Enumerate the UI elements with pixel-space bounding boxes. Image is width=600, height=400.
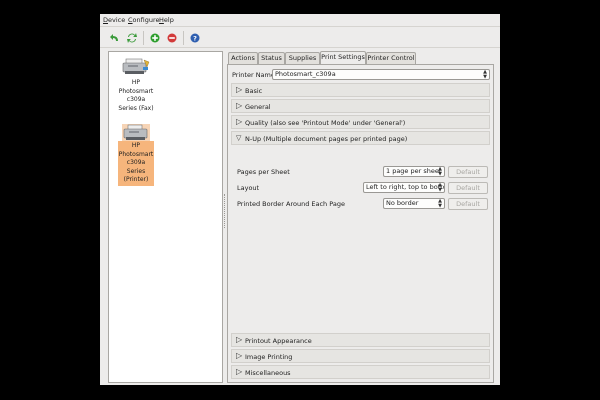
printer-label: HP Photosmart c309a Series (Fax) xyxy=(118,79,154,112)
layout-value: Left to right, top to bottom xyxy=(366,183,445,191)
section-label: General xyxy=(245,103,271,111)
printer-label: HP Photosmart c309a Series (Printer) xyxy=(118,141,154,186)
tab-actions[interactable]: Actions xyxy=(228,52,258,64)
pane-resize-handle[interactable] xyxy=(224,194,226,228)
tab-print-settings[interactable]: Print Settings xyxy=(320,51,366,65)
section-general[interactable]: ▷ General xyxy=(231,99,490,113)
section-printout-appearance[interactable]: ▷ Printout Appearance xyxy=(231,333,490,347)
help-icon[interactable]: ? xyxy=(189,32,201,44)
expand-triangle-icon: ▷ xyxy=(236,351,243,360)
pages-per-sheet-value: 1 page per sheet xyxy=(386,167,442,175)
print-settings-panel: Printer Name: Photosmart_c309a ▲ ▼ ▷ Basi… xyxy=(227,64,494,383)
section-image-printing[interactable]: ▷ Image Printing xyxy=(231,349,490,363)
tab-printer-control[interactable]: Printer Control xyxy=(366,52,416,64)
updown-arrow-icon: ▲ ▼ xyxy=(483,69,487,80)
section-label: Image Printing xyxy=(245,353,293,361)
toolbar-separator xyxy=(143,31,144,45)
printed-border-select[interactable]: No border ▲ ▼ xyxy=(383,198,445,209)
fax-printer-icon xyxy=(122,58,150,76)
updown-arrow-icon: ▲ ▼ xyxy=(438,166,442,177)
section-label: N-Up (Multiple document pages per printe… xyxy=(245,135,408,143)
expand-triangle-icon: ▷ xyxy=(236,117,243,126)
section-label: Printout Appearance xyxy=(245,337,312,345)
expand-triangle-icon: ▷ xyxy=(236,101,243,110)
layout-select[interactable]: Left to right, top to bottom ▲ ▼ xyxy=(363,182,445,193)
pages-per-sheet-default-button[interactable]: Default xyxy=(448,166,488,178)
section-n-up[interactable]: ▽ N-Up (Multiple document pages per prin… xyxy=(231,131,490,145)
section-label: Miscellaneous xyxy=(245,369,291,377)
tab-status[interactable]: Status xyxy=(258,52,285,64)
pages-per-sheet-label: Pages per Sheet xyxy=(237,168,290,176)
section-quality[interactable]: ▷ Quality (also see 'Printout Mode' unde… xyxy=(231,115,490,129)
section-miscellaneous[interactable]: ▷ Miscellaneous xyxy=(231,365,490,379)
printed-border-label: Printed Border Around Each Page xyxy=(237,200,345,208)
layout-label: Layout xyxy=(237,184,260,192)
section-label: Basic xyxy=(245,87,263,95)
updown-arrow-icon: ▲ ▼ xyxy=(438,182,442,193)
updown-arrow-icon: ▲ ▼ xyxy=(438,198,442,209)
printer-name-label: Printer Name: xyxy=(232,71,278,79)
printer-manager-window: Device Configure Help ? HP Photosmart c3… xyxy=(100,14,500,385)
toolbar-separator xyxy=(183,31,184,45)
printer-icon xyxy=(122,124,150,142)
pages-per-sheet-select[interactable]: 1 page per sheet ▲ ▼ xyxy=(383,166,445,177)
svg-text:?: ? xyxy=(193,34,197,42)
layout-default-button[interactable]: Default xyxy=(448,182,488,194)
refresh-icon[interactable] xyxy=(126,32,138,44)
section-basic[interactable]: ▷ Basic xyxy=(231,83,490,97)
toolbar: ? xyxy=(100,26,500,48)
menu-help[interactable]: Help xyxy=(159,16,174,24)
section-label: Quality (also see 'Printout Mode' under … xyxy=(245,119,406,127)
menu-bar: Device Configure Help xyxy=(100,14,500,26)
collapse-triangle-icon: ▽ xyxy=(236,134,242,142)
back-arrow-icon[interactable] xyxy=(109,32,121,44)
menu-device[interactable]: Device xyxy=(103,16,125,24)
menu-configure[interactable]: Configure xyxy=(128,16,160,24)
printer-name-value: Photosmart_c309a xyxy=(275,70,336,78)
add-icon[interactable] xyxy=(149,32,161,44)
expand-triangle-icon: ▷ xyxy=(236,85,243,94)
remove-icon[interactable] xyxy=(166,32,178,44)
printed-border-default-button[interactable]: Default xyxy=(448,198,488,210)
tab-supplies[interactable]: Supplies xyxy=(285,52,320,64)
printer-list: HP Photosmart c309a Series (Fax) HP Phot… xyxy=(108,51,223,383)
printed-border-value: No border xyxy=(386,199,419,207)
printer-name-select[interactable]: Photosmart_c309a ▲ ▼ xyxy=(272,69,490,80)
expand-triangle-icon: ▷ xyxy=(236,335,243,344)
expand-triangle-icon: ▷ xyxy=(236,367,243,376)
